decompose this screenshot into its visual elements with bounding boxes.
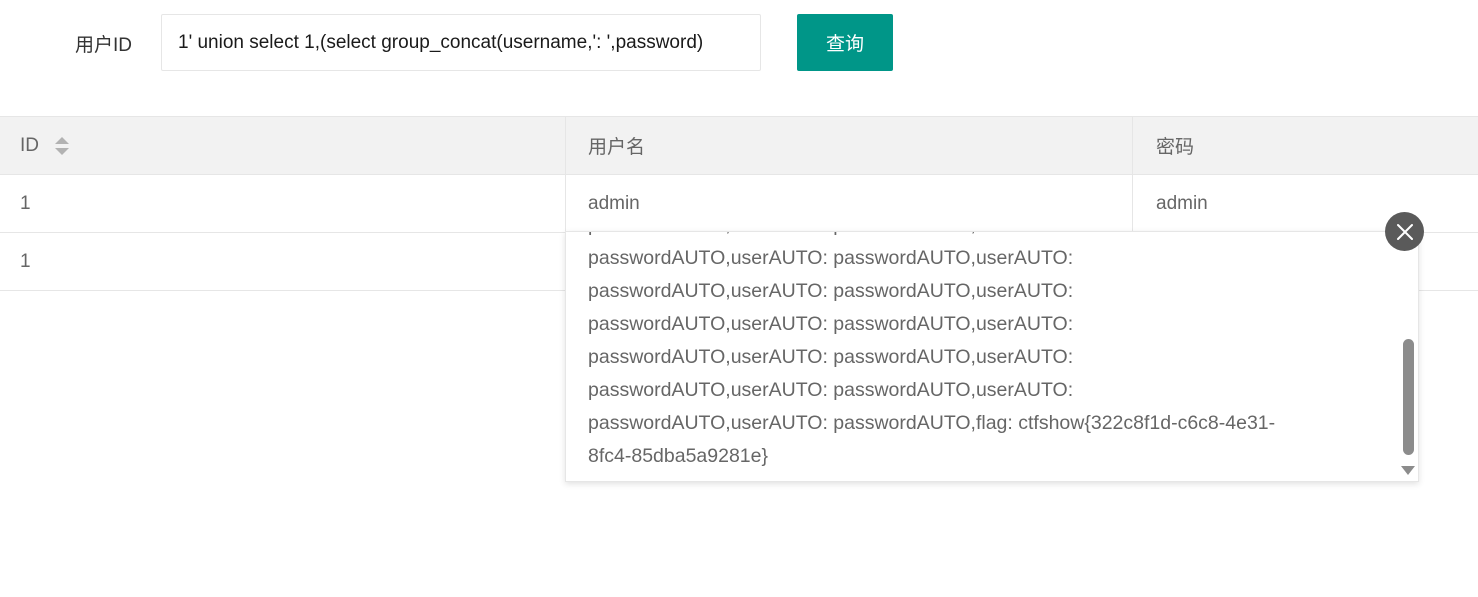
query-button[interactable]: 查询: [797, 14, 893, 71]
query-form: 用户ID 查询: [0, 0, 1478, 100]
sort-icon[interactable]: [55, 136, 69, 156]
table-cell-id: 1: [20, 192, 31, 214]
column-header-label: ID: [20, 134, 39, 156]
table-header: ID 用户名 密码: [0, 116, 1478, 175]
table-row: 1 admin admin: [0, 175, 1478, 233]
scrollbar-thumb[interactable]: [1403, 339, 1414, 455]
tip-line: passwordAUTO,userAUTO: passwordAUTO,user…: [588, 313, 1074, 335]
close-tip-button[interactable]: [1385, 212, 1424, 251]
column-header-id[interactable]: ID: [0, 117, 565, 174]
table-cell-username[interactable]: admin: [565, 175, 1132, 232]
user-id-label: 用户ID: [75, 35, 133, 56]
tip-line: 8fc4-85dba5a9281e}: [588, 445, 769, 467]
tip-line: passwordAUTO,userAUTO: passwordAUTO,user…: [588, 379, 1074, 401]
column-header-username: 用户名: [565, 117, 1132, 174]
tip-text: passwordAUTO,userAUTO: passwordAUTO,user…: [588, 232, 1378, 473]
tip-line: passwordAUTO,userAUTO: passwordAUTO,user…: [588, 247, 1074, 269]
table-cell-password[interactable]: admin: [1132, 175, 1478, 232]
tip-line: passwordAUTO,userAUTO: passwordAUTO,user…: [588, 280, 1074, 302]
tip-scrollbar[interactable]: [1401, 232, 1415, 481]
tip-line: passwordAUTO,userAUTO: passwordAUTO,flag…: [588, 412, 1276, 434]
chevron-down-icon[interactable]: [1401, 466, 1415, 475]
column-header-password: 密码: [1132, 117, 1478, 174]
tip-line: passwordAUTO,userAUTO: passwordAUTO,user…: [588, 346, 1074, 368]
table-cell-id: 1: [20, 250, 31, 272]
cell-content-tip: passwordAUTO,userAUTO: passwordAUTO,user…: [565, 231, 1419, 482]
close-icon: [1396, 223, 1413, 240]
tip-line: passwordAUTO,userAUTO: passwordAUTO,user…: [588, 232, 1378, 242]
user-id-input[interactable]: [161, 14, 761, 71]
